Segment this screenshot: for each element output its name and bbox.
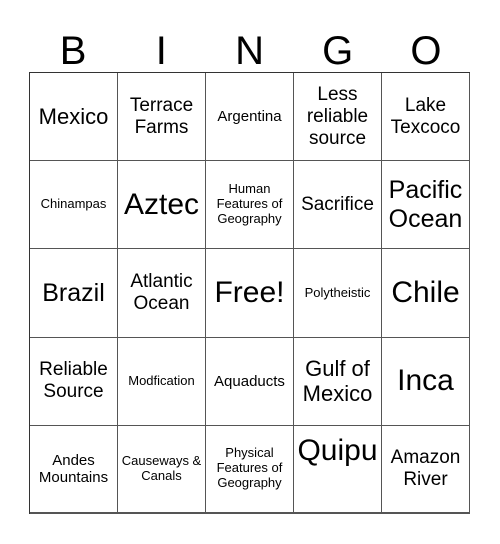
bingo-cell[interactable]: Physical Features of Geography [206,425,294,514]
cell-text: Mexico [38,103,109,129]
cell-text: Causeways & Canals [121,452,202,483]
free-space-cell[interactable]: Free! [206,249,294,338]
cell-text: Human Features of Geography [216,181,283,227]
cell-text: Terrace Farms [129,94,194,138]
header-letter-i: I [155,29,167,73]
bingo-cell[interactable]: Human Features of Geography [206,161,294,250]
cell-text: Lake Texcoco [390,94,461,138]
bingo-cell[interactable]: Causeways & Canals [118,425,206,514]
cell-text: Reliable Source [39,359,108,403]
header-letter-n: N [235,29,264,73]
bingo-cell[interactable]: Less reliable source [294,73,382,162]
cell-text: Atlantic Ocean [130,271,193,314]
bingo-cell[interactable]: Sacrifice [294,161,382,250]
bingo-cell[interactable]: Andes Mountains [30,425,118,514]
bingo-cell[interactable]: Quipu [294,425,382,514]
bingo-cell[interactable]: Reliable Source [30,337,118,426]
header-letter-o: O [410,29,442,73]
bingo-cell[interactable]: Mexico [30,73,118,162]
bingo-cell[interactable]: Chile [382,249,470,338]
cell-text: Inca [397,363,454,397]
cell-text: Quipu [297,433,378,467]
cell-text: Gulf of Mexico [302,355,373,407]
cell-text: Aquaducts [214,372,285,390]
cell-text: Polytheistic [304,284,371,300]
bingo-cell[interactable]: Aztec [118,161,206,250]
bingo-cell[interactable]: Modfication [118,337,206,426]
cell-text: Amazon River [390,447,461,490]
cell-text: Sacrifice [301,193,374,215]
cell-text: Argentina [217,107,282,125]
bingo-cell[interactable]: Polytheistic [294,249,382,338]
cell-text: Pacific Ocean [388,176,463,233]
cell-text: Andes Mountains [38,451,109,486]
cell-text: Modfication [128,372,195,388]
cell-text: Chile [391,275,460,309]
bingo-cell[interactable]: Aquaducts [206,337,294,426]
bingo-cell[interactable]: Inca [382,337,470,426]
bingo-cell[interactable]: Brazil [30,249,118,338]
bingo-cell[interactable]: Pacific Ocean [382,161,470,250]
bingo-header: B I N G O [29,30,470,72]
bingo-cell[interactable]: Terrace Farms [118,73,206,162]
bingo-cell[interactable]: Amazon River [382,425,470,514]
bingo-cell[interactable]: Gulf of Mexico [294,337,382,426]
bingo-cell[interactable]: Argentina [206,73,294,162]
cell-text: Brazil [42,278,105,307]
bingo-grid: Mexico Terrace Farms Argentina Less reli… [29,72,470,514]
bingo-cell[interactable]: Lake Texcoco [382,73,470,162]
header-letter-g: G [322,29,354,73]
header-letter-b: B [59,29,87,73]
bingo-cell[interactable]: Atlantic Ocean [118,249,206,338]
cell-text: Chinampas [40,196,107,212]
cell-text: Less reliable source [306,83,369,149]
free-space-text: Free! [214,275,285,309]
cell-text: Aztec [123,187,200,221]
bingo-cell[interactable]: Chinampas [30,161,118,250]
cell-text: Physical Features of Geography [216,445,283,491]
